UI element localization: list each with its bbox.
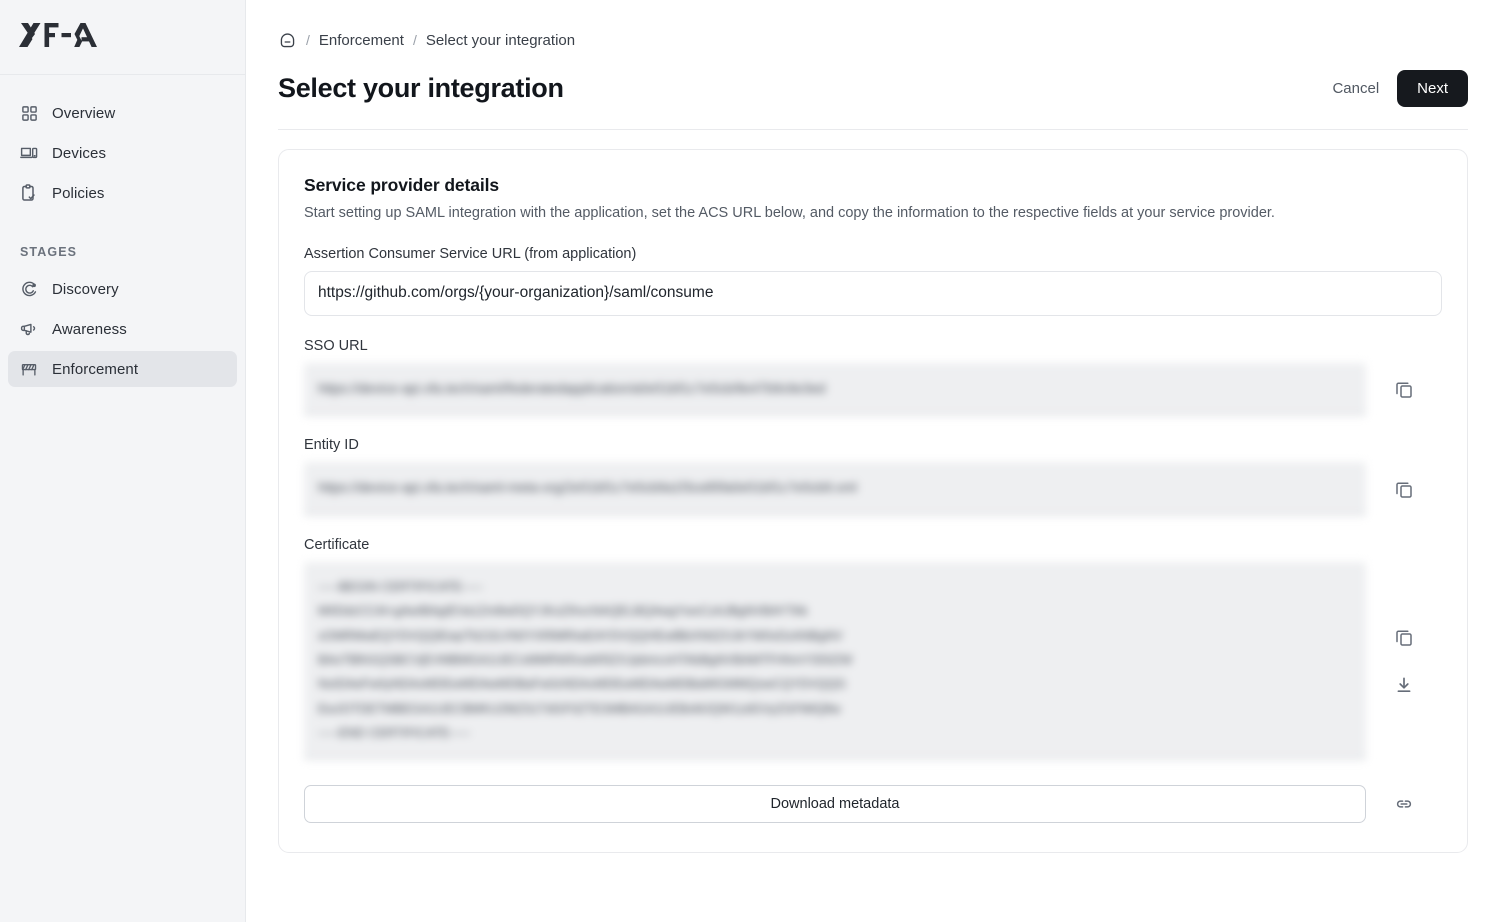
megaphone-icon (20, 320, 38, 338)
sidebar-item-label: Awareness (52, 320, 127, 338)
entity-id-label: Entity ID (304, 437, 359, 454)
entity-id-field: Entity ID https://device-api.xfa.tech/sa… (304, 437, 1442, 515)
breadcrumb-separator: / (412, 32, 417, 48)
sidebar-item-devices[interactable]: Devices (8, 135, 237, 171)
sidebar-item-label: Enforcement (52, 360, 139, 378)
sso-url-value: https://device-api.xfa.tech/saml/federat… (304, 362, 1366, 416)
entity-id-value: https://device-api.xfa.tech/saml-meta-or… (304, 462, 1366, 515)
devices-icon (20, 144, 38, 162)
sidebar-section-stages: STAGES (20, 245, 78, 259)
sidebar-item-discovery[interactable]: Discovery (8, 271, 237, 307)
sidebar-item-label: Devices (52, 144, 107, 162)
cancel-button[interactable]: Cancel (1328, 72, 1383, 105)
card-title: Service provider details (304, 175, 500, 195)
breadcrumb: / Enforcement / Select your integration (278, 26, 1468, 54)
copy-icon[interactable] (1393, 626, 1415, 648)
logo-area (0, 0, 245, 75)
metadata-link-wrap (1366, 793, 1442, 815)
title-row: Select your integration Cancel Next (278, 70, 1468, 129)
card-subtitle: Start setting up SAML integration with t… (304, 205, 1275, 221)
sidebar-item-label: Policies (52, 184, 105, 202)
acs-url-field: Assertion Consumer Service URL (from app… (304, 246, 1442, 316)
entity-id-actions (1366, 462, 1442, 515)
sidebar-item-label: Discovery (52, 280, 119, 298)
main-nav: Overview Devices Policies STAGES Discove… (0, 75, 245, 387)
sidebar: Overview Devices Policies STAGES Discove… (0, 0, 246, 922)
clipboard-check-icon (20, 184, 38, 202)
sidebar-item-enforcement[interactable]: Enforcement (8, 351, 237, 387)
radar-icon (20, 280, 38, 298)
page-title: Select your integration (278, 73, 564, 103)
sidebar-item-overview[interactable]: Overview (8, 95, 237, 131)
download-metadata-button[interactable]: Download metadata (304, 785, 1366, 824)
link-icon[interactable] (1393, 793, 1415, 815)
certificate-label: Certificate (304, 536, 370, 553)
xfa-logo[interactable] (19, 18, 99, 57)
home-icon[interactable] (278, 31, 297, 50)
sso-url-field: SSO URL https://device-api.xfa.tech/saml… (304, 338, 1442, 416)
sso-url-row: https://device-api.xfa.tech/saml/federat… (304, 362, 1442, 416)
sso-url-actions (1366, 363, 1442, 416)
sidebar-item-label: Overview (52, 104, 116, 122)
service-provider-card: Service provider details Start setting u… (278, 149, 1468, 854)
certificate-value: -----BEGIN CERTIFICATE----- MIIDdzCCAl+g… (304, 561, 1366, 760)
barrier-icon (20, 360, 38, 378)
sidebar-item-awareness[interactable]: Awareness (8, 311, 237, 347)
next-button[interactable]: Next (1397, 70, 1468, 107)
sidebar-item-policies[interactable]: Policies (8, 175, 237, 211)
download-icon[interactable] (1393, 674, 1415, 696)
header-actions: Cancel Next (1328, 70, 1468, 107)
main-content: / Enforcement / Select your integration … (246, 0, 1494, 922)
breadcrumb-item-current: Select your integration (425, 31, 576, 49)
acs-url-input[interactable] (304, 270, 1442, 316)
entity-id-row: https://device-api.xfa.tech/saml-meta-or… (304, 462, 1442, 515)
certificate-row: -----BEGIN CERTIFICATE----- MIIDdzCCAl+g… (304, 561, 1442, 760)
acs-url-label: Assertion Consumer Service URL (from app… (304, 245, 637, 262)
header-divider (278, 129, 1468, 130)
breadcrumb-item-enforcement[interactable]: Enforcement (319, 32, 404, 49)
sso-url-label: SSO URL (304, 337, 368, 354)
app-root: Overview Devices Policies STAGES Discove… (0, 0, 1494, 922)
certificate-actions (1366, 562, 1442, 760)
copy-icon[interactable] (1393, 378, 1415, 400)
grid-icon (20, 104, 38, 122)
copy-icon[interactable] (1393, 478, 1415, 500)
certificate-field: Certificate -----BEGIN CERTIFICATE----- … (304, 537, 1442, 760)
breadcrumb-separator: / (306, 32, 310, 48)
metadata-row: Download metadata (304, 785, 1442, 824)
